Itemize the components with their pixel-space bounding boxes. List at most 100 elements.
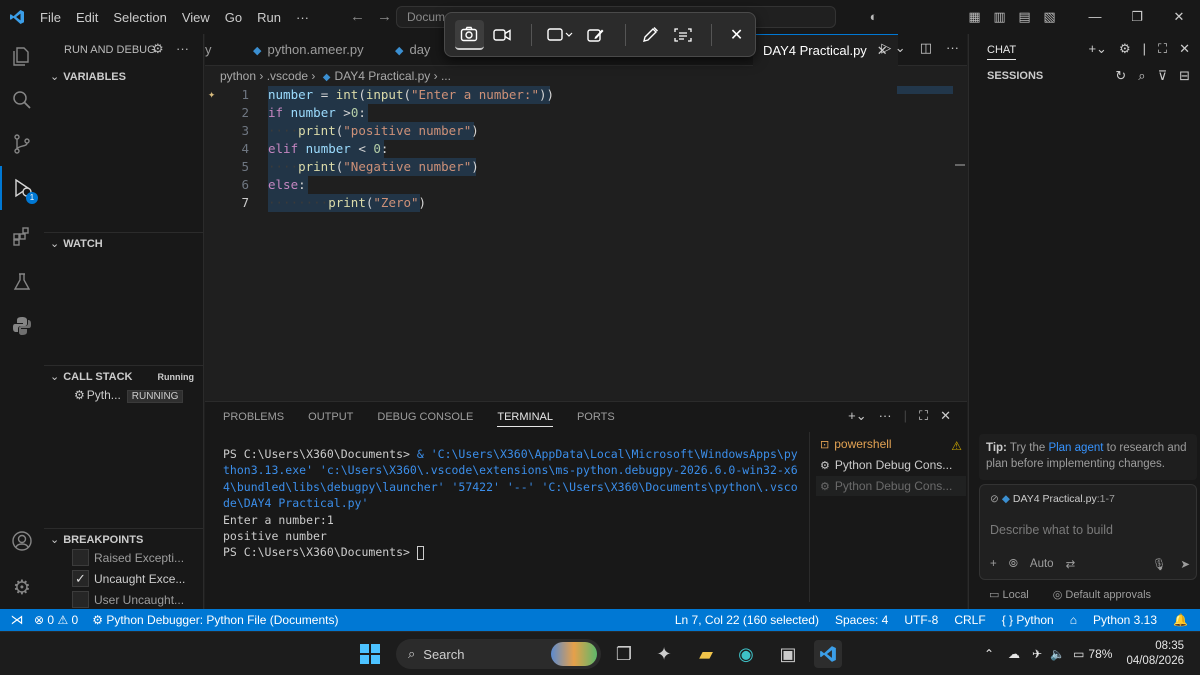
editor-more-icon[interactable]: ··· xyxy=(946,40,959,56)
language-mode[interactable]: { } Python xyxy=(1002,613,1054,627)
breakpoint-raised-exceptions[interactable]: Raised Excepti... xyxy=(72,549,184,566)
maximize-chat-icon[interactable]: ⛶ xyxy=(1158,41,1167,57)
watch-section-header[interactable]: ⌄ WATCH xyxy=(44,232,204,250)
chat-title[interactable]: CHAT xyxy=(987,44,1017,60)
tab-debug-console[interactable]: DEBUG CONSOLE xyxy=(377,411,473,427)
explorer-icon[interactable] xyxy=(0,34,44,78)
close-icon[interactable]: ✕ xyxy=(722,20,751,50)
battery-icon[interactable]: ▭ xyxy=(1073,647,1084,661)
panel-more-icon[interactable]: ··· xyxy=(879,408,892,424)
copilot-app-icon[interactable]: ✦ xyxy=(650,640,678,668)
volume-icon[interactable]: 🔈 xyxy=(1050,647,1065,661)
cursor-position[interactable]: Ln 7, Col 22 (160 selected) xyxy=(675,613,819,627)
breadcrumb-folder-python[interactable]: python xyxy=(220,69,256,83)
chat-settings-gear-icon[interactable]: ⚙ xyxy=(1119,41,1131,57)
call-stack-thread[interactable]: ⚙ Pyth... RUNNING xyxy=(74,388,184,403)
terminal-item-powershell[interactable]: ⊡ powershell ⚠ xyxy=(816,434,966,454)
plan-agent-link[interactable]: Plan agent xyxy=(1048,442,1103,454)
sidebar-more-icon[interactable]: ··· xyxy=(176,41,189,56)
tab-terminal[interactable]: TERMINAL xyxy=(497,411,553,427)
tab-problems[interactable]: PROBLEMS xyxy=(223,411,284,427)
checkbox[interactable] xyxy=(72,591,89,608)
menu-edit[interactable]: Edit xyxy=(76,10,98,25)
menu-go[interactable]: Go xyxy=(225,10,242,25)
vpn-icon[interactable]: ☁ xyxy=(1008,647,1020,661)
breadcrumb-folder-vscode[interactable]: .vscode xyxy=(267,69,308,83)
extensions-icon[interactable] xyxy=(0,214,44,258)
code-editor[interactable]: ✦ 1 2 3 4 5 6 7 number = int(input("Ente… xyxy=(205,86,967,400)
location-picker[interactable]: ▭ Local xyxy=(989,588,1029,601)
copilot-icon[interactable]: ◐ xyxy=(861,0,886,34)
account-icon[interactable] xyxy=(0,519,44,563)
run-debug-icon[interactable]: 1 xyxy=(0,166,44,210)
rect-snip-icon[interactable] xyxy=(542,20,578,50)
encoding[interactable]: UTF-8 xyxy=(904,613,938,627)
minimize-icon[interactable]: — xyxy=(1074,0,1116,34)
chat-input-placeholder[interactable]: Describe what to build xyxy=(990,523,1113,537)
python-interpreter[interactable]: Python 3.13 xyxy=(1093,613,1157,627)
breadcrumb-file[interactable]: DAY4 Practical.py xyxy=(334,69,430,83)
collapse-icon[interactable]: ⊟ xyxy=(1179,68,1190,84)
menu-file[interactable]: File xyxy=(40,10,61,25)
add-context-icon[interactable]: + xyxy=(990,558,997,570)
indentation[interactable]: Spaces: 4 xyxy=(835,613,888,627)
toggle-secondary-sidebar-icon[interactable]: ▧ xyxy=(1037,0,1062,34)
taskbar-search[interactable]: ⌕ Search xyxy=(396,639,601,669)
tab-ports[interactable]: PORTS xyxy=(577,411,615,427)
video-icon[interactable] xyxy=(488,20,517,50)
testing-flask-icon[interactable] xyxy=(0,260,44,304)
menu-selection[interactable]: Selection xyxy=(113,10,166,25)
start-button-icon[interactable] xyxy=(356,640,384,668)
breadcrumb-symbol[interactable]: ... xyxy=(441,69,451,83)
task-view-icon[interactable]: ❐ xyxy=(610,640,638,668)
notifications-bell-icon[interactable]: 🔔 xyxy=(1173,613,1188,627)
vscode-taskbar-icon[interactable] xyxy=(814,640,842,668)
variables-section-header[interactable]: ⌄ VARIABLES xyxy=(44,70,204,83)
chat-more-icon[interactable]: | xyxy=(1143,41,1146,57)
mode-picker[interactable]: Auto xyxy=(1030,558,1054,570)
menu-view[interactable]: View xyxy=(182,10,210,25)
minimap[interactable] xyxy=(897,86,957,96)
approvals-picker[interactable]: ◎ Default approvals xyxy=(1053,588,1151,601)
window-close-icon[interactable]: ✕ xyxy=(1158,0,1200,34)
edge-browser-icon[interactable]: ◉ xyxy=(732,640,760,668)
menu-overflow[interactable]: ··· xyxy=(296,10,309,25)
remote-icon[interactable]: ⋊ xyxy=(0,612,34,628)
edit-icon[interactable] xyxy=(582,20,611,50)
forward-arrow-icon[interactable]: → xyxy=(377,8,392,25)
airplane-icon[interactable]: ✈ xyxy=(1032,647,1042,661)
split-editor-icon[interactable]: ◫ xyxy=(920,40,932,56)
end-of-line[interactable]: CRLF xyxy=(954,613,985,627)
store-icon[interactable]: ▣ xyxy=(774,640,802,668)
new-chat-icon[interactable]: +⌄ xyxy=(1088,41,1106,57)
layout-customize-icon[interactable]: ▦ xyxy=(962,0,987,34)
agent-mode-icon[interactable]: ⦾ xyxy=(1009,558,1018,571)
python-icon[interactable] xyxy=(0,304,44,348)
camera-icon[interactable] xyxy=(455,19,484,50)
file-explorer-icon[interactable]: ▰ xyxy=(692,640,720,668)
chevron-up-icon[interactable]: ⌃ xyxy=(984,647,994,661)
terminal-item-debug-1[interactable]: ⚙ Python Debug Cons... xyxy=(816,455,966,475)
microphone-icon[interactable]: 🎙 xyxy=(1152,557,1167,571)
toggle-sidebar-icon[interactable]: ▥ xyxy=(987,0,1012,34)
menu-run[interactable]: Run xyxy=(257,10,281,25)
chat-input-box[interactable]: ⊘ ◆ DAY4 Practical.py:1-7 Describe what to… xyxy=(979,484,1197,580)
text-extract-icon[interactable] xyxy=(668,20,697,50)
tab-python-ameer[interactable]: ◆ python.ameer.py xyxy=(243,34,374,66)
breakpoint-user-uncaught[interactable]: User Uncaught... xyxy=(72,591,184,608)
breakpoints-section-header[interactable]: ⌄ BREAKPOINTS xyxy=(44,528,204,546)
lightbulb-icon[interactable]: ✦ xyxy=(208,87,215,101)
pen-icon[interactable] xyxy=(636,20,665,50)
send-icon[interactable]: ➤ xyxy=(1180,557,1190,571)
clock[interactable]: 08:35 04/08/2026 xyxy=(1126,639,1184,669)
search-sessions-icon[interactable]: ⌕ xyxy=(1138,68,1145,84)
breakpoint-uncaught-exceptions[interactable]: ✓ Uncaught Exce... xyxy=(72,570,185,587)
close-panel-icon[interactable]: ✕ xyxy=(940,408,951,424)
debug-settings-gear-icon[interactable]: ⚙ xyxy=(152,41,164,57)
settings-gear-icon[interactable]: ⚙ xyxy=(0,565,44,609)
filter-icon[interactable]: ⊽ xyxy=(1158,68,1168,84)
tab-output[interactable]: OUTPUT xyxy=(308,411,353,427)
problems-indicator[interactable]: ⊗ 0 ⚠ 0 xyxy=(34,613,78,627)
debug-config-indicator[interactable]: ⚙ Python Debugger: Python File (Document… xyxy=(92,613,338,627)
copilot-status-icon[interactable]: ⌂ xyxy=(1070,613,1077,627)
